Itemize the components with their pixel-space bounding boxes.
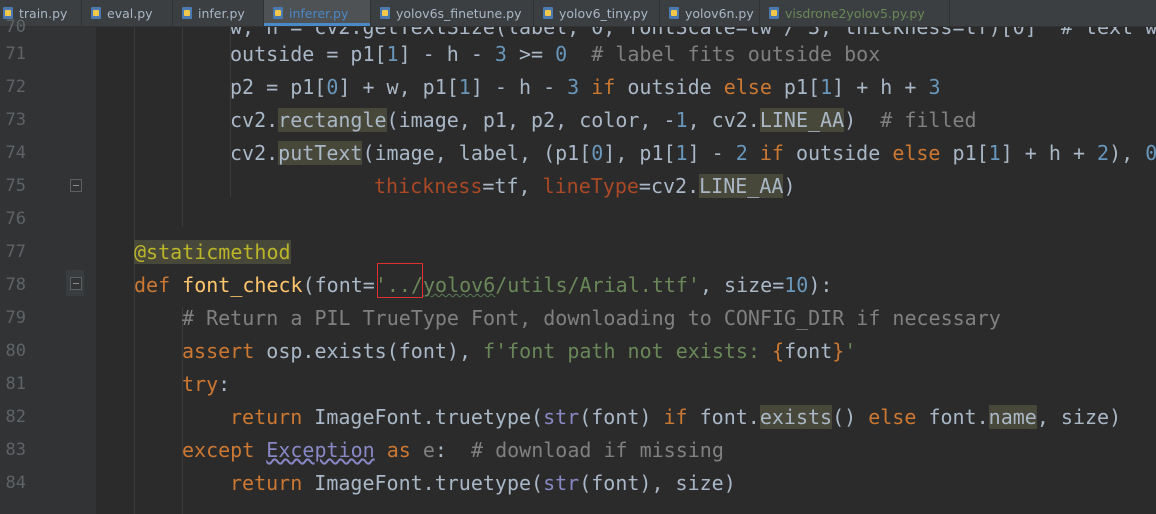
code-line-80: assert osp.exists(font), f'font path not… [182, 339, 857, 363]
editor-window: train.py eval.py infer.py inferer.py yol… [0, 0, 1156, 514]
tab-label: visdrone2yolov5.py.py [785, 5, 925, 21]
code-line-84: return ImageFont.truetype(str(font), siz… [230, 471, 736, 495]
code-line-72: p2 = p1[0] + w, p1[1] - h - 3 if outside… [230, 75, 941, 99]
line-number: 73 [5, 110, 26, 130]
tab-inferer-py[interactable]: inferer.py [264, 0, 371, 26]
python-file-icon [668, 6, 681, 20]
tab-label: yolov6n.py [685, 5, 754, 21]
python-file-icon [272, 6, 285, 20]
code-line-78: def font_check(font='../yolov6/utils/Ari… [134, 273, 833, 297]
fold-end-marker-icon[interactable] [70, 179, 82, 192]
tab-label: yolov6_tiny.py [559, 5, 648, 21]
line-number: 78 [5, 275, 26, 295]
tab-label: infer.py [198, 5, 245, 21]
code-line-71: outside = p1[1] - h - 3 >= 0 # label fit… [230, 42, 881, 66]
line-number-gutter: 70 71 72 73 74 75 76 77 78 79 80 81 82 8… [0, 17, 96, 514]
line-number: 74 [5, 143, 26, 163]
line-number: 83 [5, 440, 26, 460]
code-editor[interactable]: w, h = cv2.getTextSize(label, 0, fontSca… [96, 27, 1156, 514]
code-line-74: cv2.putText(image, label, (p1[0], p1[1] … [230, 141, 1156, 165]
line-number: 72 [5, 77, 26, 97]
line-number: 79 [5, 308, 26, 328]
line-number: 81 [5, 374, 26, 394]
code-line-75: thickness=tf, lineType=cv2.LINE_AA) [374, 174, 796, 198]
tab-yolov6n-py[interactable]: yolov6n.py [660, 0, 760, 26]
line-number: 80 [5, 341, 26, 361]
code-line-83: except Exception as e: # download if mis… [182, 438, 724, 462]
tab-label: train.py [19, 5, 68, 21]
python-file-icon [181, 6, 194, 20]
tab-visdrone2yolov5-py[interactable]: visdrone2yolov5.py.py [760, 0, 950, 26]
tab-label: yolov6s_finetune.py [396, 5, 522, 21]
code-line-77: @staticmethod [134, 240, 291, 264]
fold-start-marker-icon[interactable] [70, 277, 82, 290]
code-line-82: return ImageFont.truetype(str(font) if f… [230, 405, 1122, 429]
line-number: 75 [5, 176, 26, 196]
python-file-icon [90, 6, 103, 20]
tab-eval-py[interactable]: eval.py [82, 0, 173, 26]
tab-label: eval.py [107, 5, 153, 21]
tab-label: inferer.py [289, 5, 349, 21]
code-line-73: cv2.rectangle(image, p1, p2, color, -1, … [230, 108, 977, 132]
line-number: 76 [5, 209, 26, 229]
tab-infer-py[interactable]: infer.py [173, 0, 264, 26]
editor-tab-bar: train.py eval.py infer.py inferer.py yol… [0, 0, 1156, 27]
code-line-79: # Return a PIL TrueType Font, downloadin… [182, 306, 1001, 330]
line-number: 84 [5, 473, 26, 493]
python-file-icon [542, 6, 555, 20]
line-number: 77 [5, 242, 26, 262]
indent-guide [182, 27, 183, 227]
python-file-icon [768, 6, 781, 20]
tab-yolov6-tiny-py[interactable]: yolov6_tiny.py [534, 0, 660, 26]
code-line-81: try: [182, 372, 231, 396]
line-number: 82 [5, 407, 26, 427]
python-file-icon [379, 6, 392, 20]
line-number: 71 [5, 44, 26, 64]
tab-yolov6s-finetune-py[interactable]: yolov6s_finetune.py [371, 0, 534, 26]
